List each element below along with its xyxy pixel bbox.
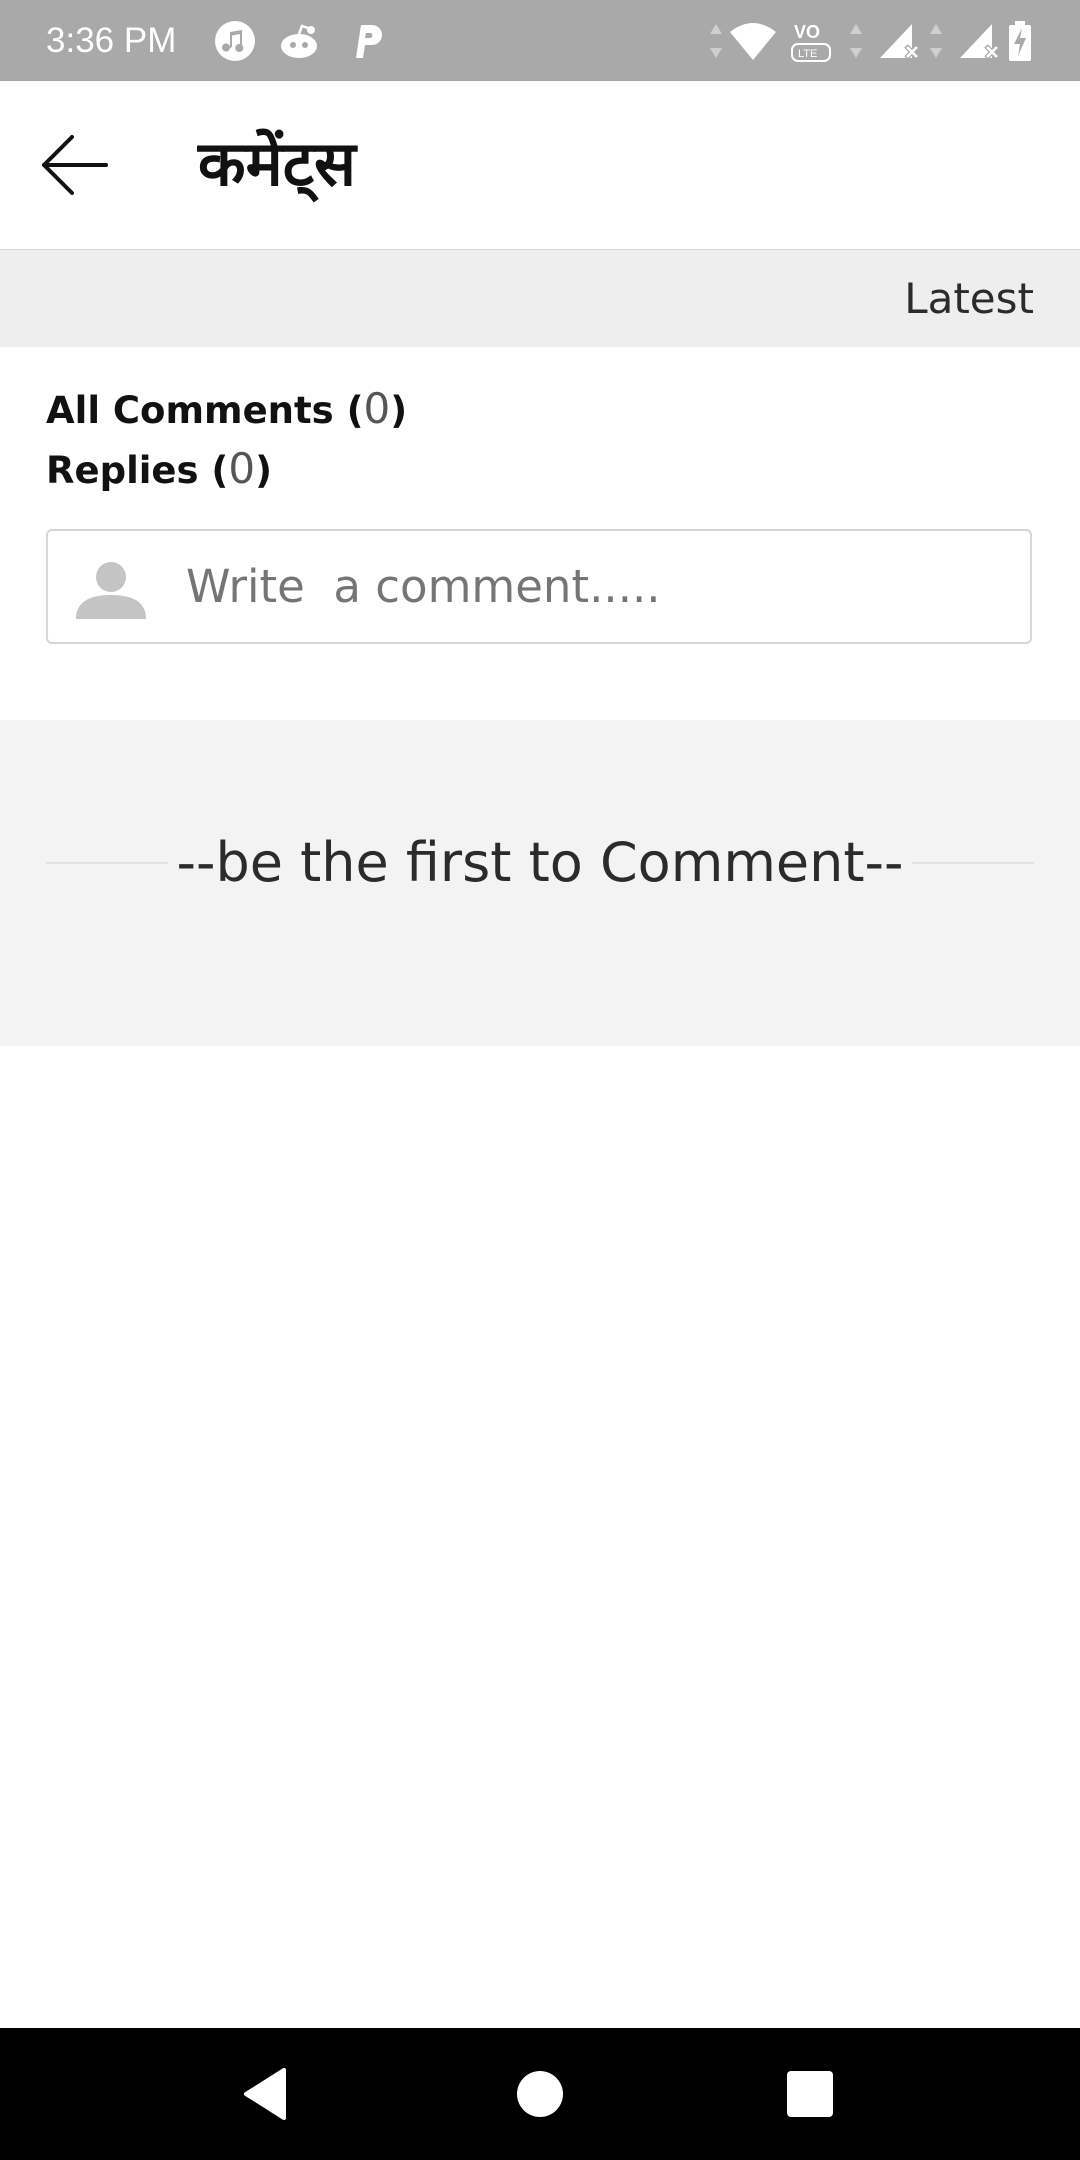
nav-recents-icon[interactable] [782, 2066, 838, 2122]
replies-count: Replies (0) [46, 444, 272, 494]
status-time: 3:36 PM [46, 21, 177, 60]
status-bar: 3:36 PM VO LTE [0, 0, 1080, 81]
all-comments-label: All Comments ( [46, 389, 364, 432]
empty-state-panel: --be the first to Comment-- [0, 720, 1080, 1046]
sort-bar: Latest [0, 250, 1080, 347]
data-arrows-icon [710, 24, 722, 58]
nav-back-icon[interactable] [238, 2066, 294, 2122]
replies-value: 0 [228, 444, 256, 493]
empty-state-message: --be the first to Comment-- [168, 831, 912, 894]
close-paren: ) [255, 449, 273, 492]
music-icon [215, 21, 255, 61]
p-icon [356, 25, 382, 58]
comment-box[interactable] [46, 529, 1032, 644]
user-avatar-icon [76, 562, 146, 619]
signal-x-icon [880, 24, 920, 60]
back-button[interactable] [36, 129, 116, 201]
replies-label: Replies ( [46, 449, 229, 492]
page-title: कमेंट्स [198, 127, 356, 200]
comment-input[interactable] [186, 531, 1006, 642]
close-paren: ) [390, 389, 408, 432]
signal-x-icon [960, 24, 1000, 60]
sort-latest-button[interactable]: Latest [904, 250, 1034, 347]
all-comments-value: 0 [363, 384, 391, 433]
app-bar: कमेंट्स [0, 81, 1080, 250]
reddit-icon [281, 24, 317, 58]
data-arrows-icon [930, 24, 942, 58]
battery-charging-icon [1009, 21, 1031, 61]
arrow-left-icon [42, 135, 108, 195]
data-arrows-icon [850, 24, 862, 58]
system-nav-bar [0, 2028, 1080, 2160]
svg-text:LTE: LTE [798, 48, 817, 60]
volte-icon: VO LTE [791, 22, 831, 62]
wifi-icon [730, 23, 776, 60]
all-comments-count: All Comments (0) [46, 384, 407, 434]
nav-home-icon[interactable] [512, 2066, 568, 2122]
svg-text:VO: VO [794, 22, 820, 42]
